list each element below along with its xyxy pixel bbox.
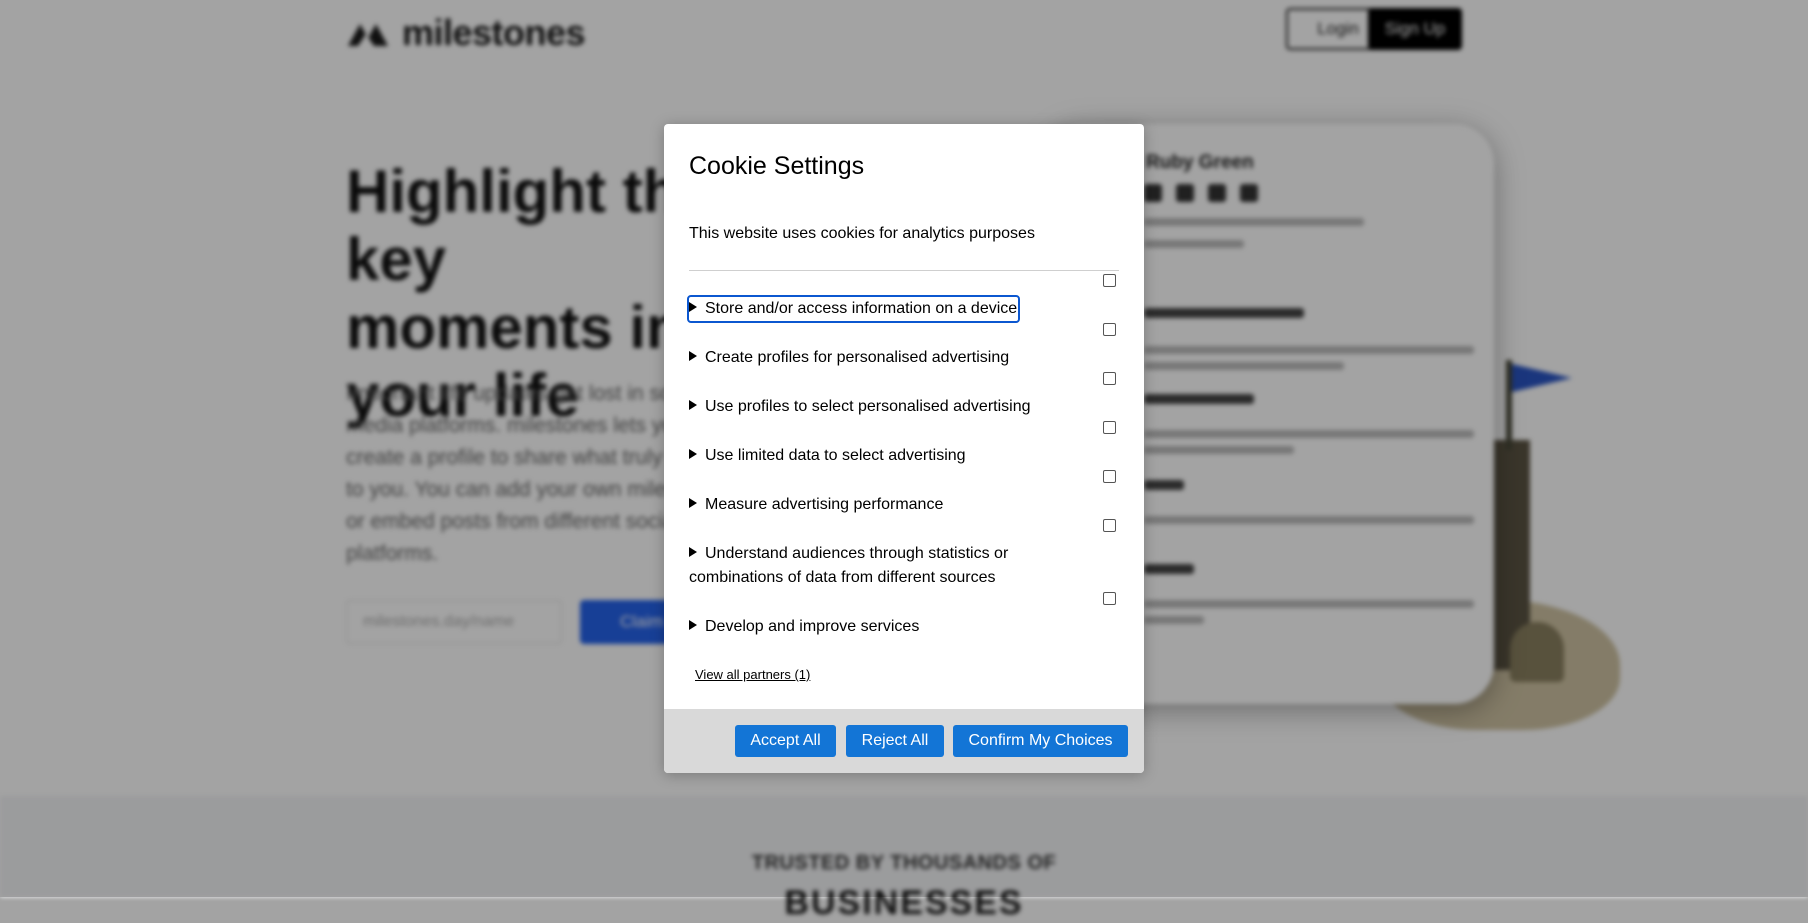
purpose-measure-ad-performance[interactable]: Measure advertising performance (689, 493, 1089, 517)
checkbox-create-profiles-ads[interactable] (1103, 323, 1116, 336)
checkbox-limited-data-ads[interactable] (1103, 421, 1116, 434)
reject-all-button[interactable]: Reject All (846, 725, 944, 757)
dialog-footer: Accept All Reject All Confirm My Choices (664, 709, 1144, 773)
purpose-limited-data-ads[interactable]: Use limited data to select advertising (689, 444, 1089, 468)
purpose-understand-audiences[interactable]: Understand audiences through statistics … (689, 542, 1029, 590)
purpose-label: Understand audiences through statistics … (689, 545, 1009, 586)
checkbox-store-access[interactable] (1103, 274, 1116, 287)
expand-triangle-icon (689, 351, 697, 361)
cookie-settings-dialog: Cookie Settings This website uses cookie… (664, 124, 1144, 773)
purpose-use-profiles-ads[interactable]: Use profiles to select personalised adve… (689, 395, 1089, 419)
expand-triangle-icon (689, 547, 697, 557)
purpose-label: Use profiles to select personalised adve… (705, 398, 1031, 415)
expand-triangle-icon (689, 620, 697, 630)
expand-triangle-icon (689, 400, 697, 410)
expand-triangle-icon (689, 498, 697, 508)
checkbox-understand-audiences[interactable] (1103, 519, 1116, 532)
purpose-label: Create profiles for personalised adverti… (705, 349, 1010, 366)
purpose-store-access[interactable]: Store and/or access information on a dev… (686, 295, 1021, 323)
expand-triangle-icon (689, 449, 697, 459)
purpose-label: Measure advertising performance (705, 496, 944, 513)
checkbox-use-profiles-ads[interactable] (1103, 372, 1116, 385)
dialog-divider (689, 270, 1119, 271)
expand-triangle-icon (689, 302, 697, 312)
view-partners-link[interactable]: View all partners (1) (695, 667, 810, 682)
dialog-description: This website uses cookies for analytics … (689, 225, 1035, 242)
accept-all-button[interactable]: Accept All (735, 725, 836, 757)
purpose-label: Develop and improve services (705, 618, 920, 635)
purpose-label: Store and/or access information on a dev… (705, 300, 1018, 317)
checkbox-develop-services[interactable] (1103, 592, 1116, 605)
checkbox-measure-ad-performance[interactable] (1103, 470, 1116, 483)
purpose-label: Use limited data to select advertising (705, 447, 966, 464)
purpose-create-profiles-ads[interactable]: Create profiles for personalised adverti… (689, 346, 1089, 370)
purpose-develop-services[interactable]: Develop and improve services (689, 615, 1089, 639)
dialog-title: Cookie Settings (689, 152, 865, 180)
confirm-choices-button[interactable]: Confirm My Choices (953, 725, 1128, 757)
